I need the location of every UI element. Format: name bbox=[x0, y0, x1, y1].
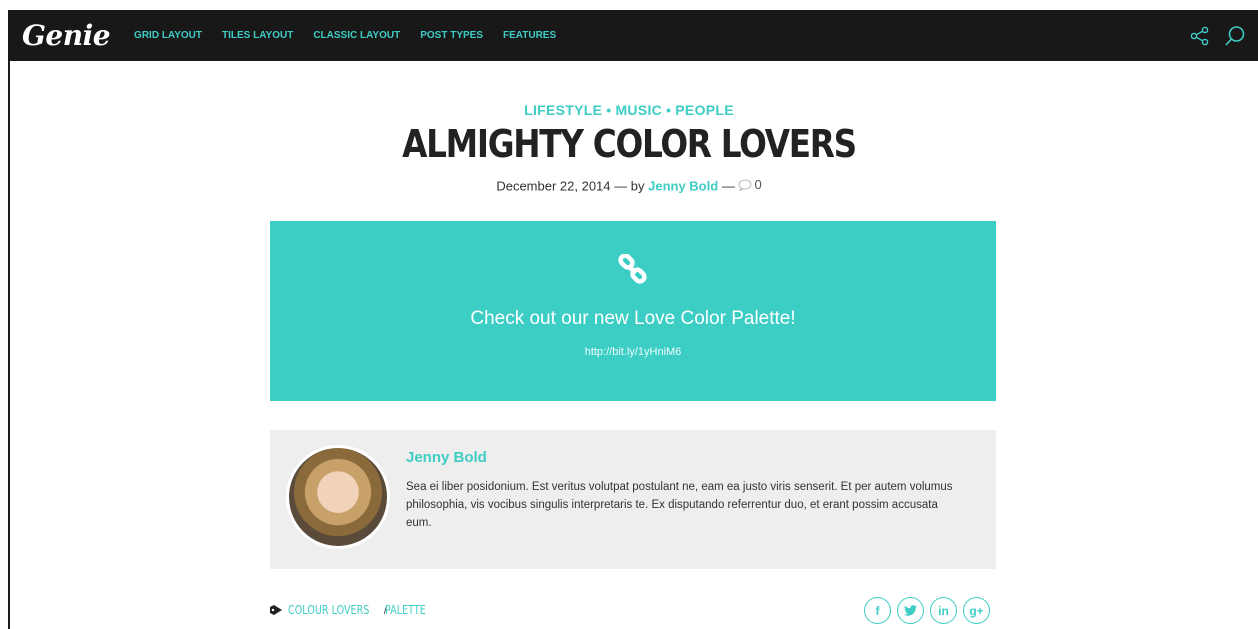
byline-dash: — bbox=[721, 178, 735, 194]
category-separator: • bbox=[606, 102, 612, 118]
nav-classic-layout[interactable]: CLASSIC LAYOUT bbox=[313, 30, 400, 41]
tag-colour-lovers[interactable]: COLOUR LOVERS bbox=[288, 603, 369, 617]
facebook-share-button[interactable]: f bbox=[864, 597, 891, 624]
tag-palette[interactable]: PALETTE bbox=[385, 603, 426, 617]
twitter-icon bbox=[904, 605, 917, 616]
author-avatar bbox=[286, 445, 390, 549]
post-categories: LIFESTYLE • MUSIC • PEOPLE bbox=[0, 102, 1258, 118]
category-music[interactable]: MUSIC bbox=[615, 102, 662, 118]
nav-features[interactable]: FEATURES bbox=[503, 30, 556, 41]
left-border bbox=[8, 60, 10, 629]
comment-icon bbox=[738, 179, 752, 191]
nav-tiles-layout[interactable]: TILES LAYOUT bbox=[222, 30, 293, 41]
share-icon[interactable] bbox=[1190, 26, 1210, 46]
link-title[interactable]: Check out our new Love Color Palette! bbox=[270, 308, 996, 330]
comment-count: 0 bbox=[754, 177, 762, 192]
link-url[interactable]: http://bit.ly/1yHniM6 bbox=[270, 346, 996, 358]
top-nav-bar: Genie GRID LAYOUT TILES LAYOUT CLASSIC L… bbox=[8, 10, 1258, 61]
category-people[interactable]: PEOPLE bbox=[675, 102, 734, 118]
author-name[interactable]: Jenny Bold bbox=[406, 449, 487, 466]
linkedin-share-button[interactable]: in bbox=[930, 597, 957, 624]
linkedin-icon: in bbox=[938, 603, 949, 618]
category-lifestyle[interactable]: LIFESTYLE bbox=[524, 102, 602, 118]
post-date: December 22, 2014 bbox=[496, 178, 611, 194]
site-logo[interactable]: Genie bbox=[22, 19, 111, 52]
topbar-icons bbox=[1190, 10, 1246, 61]
nav-grid-layout[interactable]: GRID LAYOUT bbox=[134, 30, 202, 41]
googleplus-share-button[interactable]: g+ bbox=[963, 597, 990, 624]
category-separator: • bbox=[666, 102, 672, 118]
share-buttons: f in g+ bbox=[864, 597, 990, 624]
post-title: ALMIGHTY COLOR LOVERS bbox=[402, 122, 857, 166]
byline-author-link[interactable]: Jenny Bold bbox=[648, 179, 718, 194]
facebook-icon: f bbox=[875, 603, 880, 618]
search-icon[interactable] bbox=[1224, 25, 1246, 47]
link-post-box: Check out our new Love Color Palette! ht… bbox=[270, 221, 996, 401]
author-bio-box: Jenny Bold Sea ei liber posidonium. Est … bbox=[270, 430, 996, 569]
main-nav: GRID LAYOUT TILES LAYOUT CLASSIC LAYOUT … bbox=[124, 30, 566, 41]
googleplus-icon: g+ bbox=[969, 603, 984, 618]
twitter-share-button[interactable] bbox=[897, 597, 924, 624]
tag-icon bbox=[270, 605, 282, 615]
comments-link[interactable]: 0 bbox=[738, 177, 762, 192]
chain-link-icon bbox=[618, 254, 647, 284]
author-bio: Sea ei liber posidonium. Est veritus vol… bbox=[406, 481, 953, 529]
post-byline: December 22, 2014 — by Jenny Bold — 0 bbox=[0, 177, 1258, 194]
post-tags: COLOUR LOVERS / PALETTE bbox=[270, 603, 436, 617]
by-label: — by bbox=[614, 178, 645, 194]
nav-post-types[interactable]: POST TYPES bbox=[420, 30, 483, 41]
